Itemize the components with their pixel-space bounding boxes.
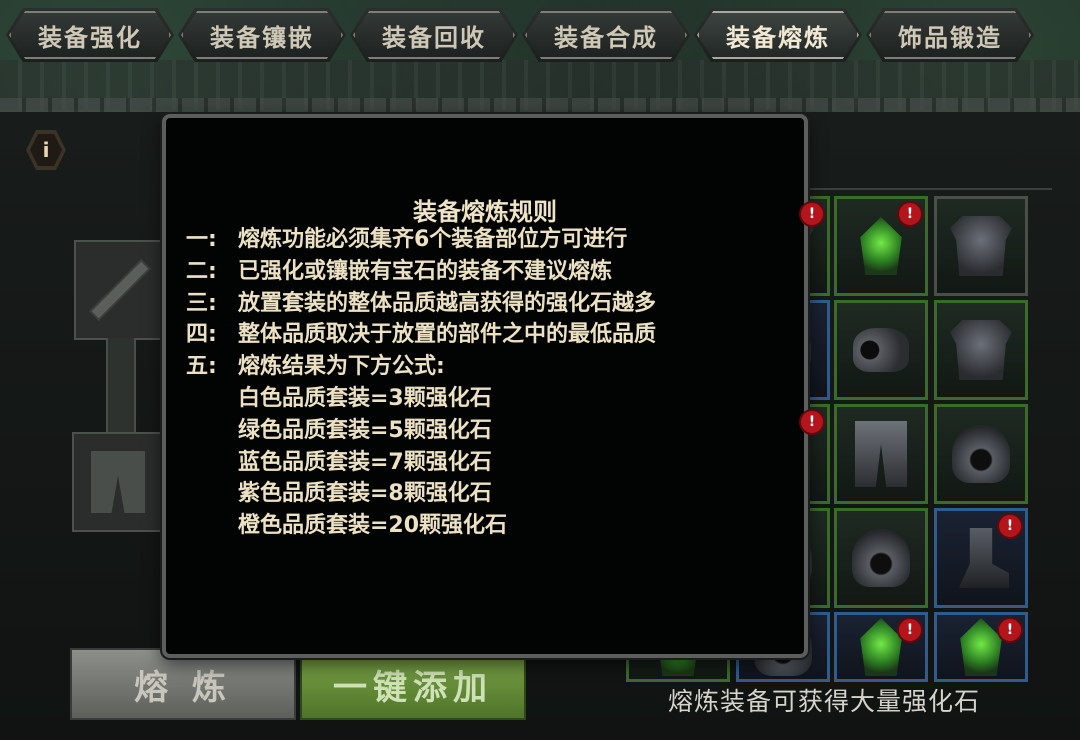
- formula-blue: 蓝色品质套装=7颗强化石: [238, 449, 492, 475]
- plate-armor-icon: [950, 320, 1012, 380]
- rule-number: 一:: [186, 227, 217, 252]
- chainmail-armor-icon: [950, 216, 1012, 276]
- inventory-slot[interactable]: [934, 404, 1028, 504]
- warning-badge-icon: !: [799, 201, 825, 227]
- rule-number: 三:: [186, 290, 217, 316]
- rule-text: 整体品质取决于放置的部件之中的最低品质: [238, 322, 657, 348]
- tab-label: 装备镶嵌: [210, 23, 314, 52]
- formula-purple: 紫色品质套装=8颗强化石: [238, 481, 492, 507]
- roof-trim: [0, 98, 1080, 112]
- formula-white: 白色品质套装=3颗强化石: [238, 386, 492, 411]
- smelt-hint-text: 熔炼装备可获得大量强化石: [668, 687, 981, 716]
- tab-equip-smelt[interactable]: 装备熔炼: [694, 8, 862, 62]
- smelt-rules-popup[interactable]: 装备熔炼规则 一: 熔炼功能必须集齐6个装备部位方可进行 二: 已强化或镶嵌有宝…: [162, 114, 808, 658]
- tab-label: 装备回收: [382, 23, 486, 52]
- rule-text: 放置套装的整体品质越高获得的强化石越多: [238, 290, 657, 316]
- rules-list: 一: 熔炼功能必须集齐6个装备部位方可进行 二: 已强化或镶嵌有宝石的装备不建议…: [186, 224, 656, 383]
- rule-item: 五: 熔炼结果为下方公式:: [186, 351, 656, 383]
- bracer-icon: [853, 328, 909, 372]
- inventory-divider: [806, 188, 1052, 190]
- sword-icon: [91, 261, 149, 319]
- green-shoulder-icon: [860, 217, 902, 275]
- smelt-button[interactable]: 熔 炼: [70, 648, 296, 720]
- helmet-icon: [852, 529, 910, 587]
- rule-item: 一: 熔炼功能必须集齐6个装备部位方可进行: [186, 224, 656, 256]
- rule-number: 五:: [186, 354, 217, 380]
- inventory-slot[interactable]: [834, 508, 928, 608]
- rule-text: 熔炼功能必须集齐6个装备部位方可进行: [238, 227, 628, 252]
- tab-label: 装备合成: [554, 23, 658, 52]
- rule-item: 三: 放置套装的整体品质越高获得的强化石越多: [186, 288, 656, 320]
- warning-badge-icon: !: [997, 513, 1023, 539]
- rule-number: 二:: [186, 258, 217, 284]
- inventory-slot[interactable]: !: [834, 612, 928, 682]
- pants-icon: [91, 451, 145, 513]
- tab-bar: 装备强化 装备镶嵌 装备回收 装备合成 装备熔炼 饰品锻造: [6, 8, 1034, 64]
- inventory-slot[interactable]: [934, 300, 1028, 400]
- rule-number: 四:: [186, 322, 217, 348]
- inventory-slot[interactable]: !: [834, 196, 928, 296]
- formula-green: 绿色品质套装=5颗强化石: [238, 417, 492, 443]
- rule-item: 二: 已强化或镶嵌有宝石的装备不建议熔炼: [186, 256, 656, 288]
- tab-equip-recycle[interactable]: 装备回收: [350, 8, 518, 62]
- inventory-slot[interactable]: [934, 196, 1028, 296]
- tab-equip-inlay[interactable]: 装备镶嵌: [178, 8, 346, 62]
- boot-icon: [958, 528, 1009, 588]
- inventory-slot[interactable]: !: [934, 612, 1028, 682]
- auto-add-button[interactable]: 一键添加: [300, 648, 526, 720]
- popup-title: 装备熔炼规则: [413, 198, 557, 226]
- helmet-icon: [952, 425, 1010, 483]
- tab-label: 装备熔炼: [726, 23, 830, 52]
- warning-badge-icon: !: [897, 201, 923, 227]
- tab-equip-synthesis[interactable]: 装备合成: [522, 8, 690, 62]
- rule-item: 四: 整体品质取决于放置的部件之中的最低品质: [186, 319, 656, 351]
- warning-badge-icon: !: [799, 409, 825, 435]
- tab-equip-enhance[interactable]: 装备强化: [6, 8, 174, 62]
- leg-armor-icon: [855, 421, 907, 487]
- inventory-slot[interactable]: [834, 404, 928, 504]
- warning-badge-icon: !: [897, 617, 923, 643]
- warning-badge-icon: !: [997, 617, 1023, 643]
- tab-accessory-forge[interactable]: 饰品锻造: [866, 8, 1034, 62]
- formula-orange: 橙色品质套装=20颗强化石: [238, 513, 508, 539]
- tab-label: 装备强化: [38, 23, 142, 52]
- slot-connector: [106, 338, 136, 432]
- pants-slot[interactable]: [72, 432, 164, 532]
- rule-text: 熔炼结果为下方公式:: [238, 354, 445, 380]
- inventory-slot[interactable]: !: [934, 508, 1028, 608]
- formula-list: 白色品质套装=3颗强化石 绿色品质套装=5颗强化石 蓝色品质套装=7颗强化石 紫…: [238, 383, 507, 542]
- weapon-slot[interactable]: [74, 240, 166, 340]
- rule-text: 已强化或镶嵌有宝石的装备不建议熔炼: [238, 258, 613, 284]
- tab-label: 饰品锻造: [898, 23, 1002, 52]
- inventory-slot[interactable]: [834, 300, 928, 400]
